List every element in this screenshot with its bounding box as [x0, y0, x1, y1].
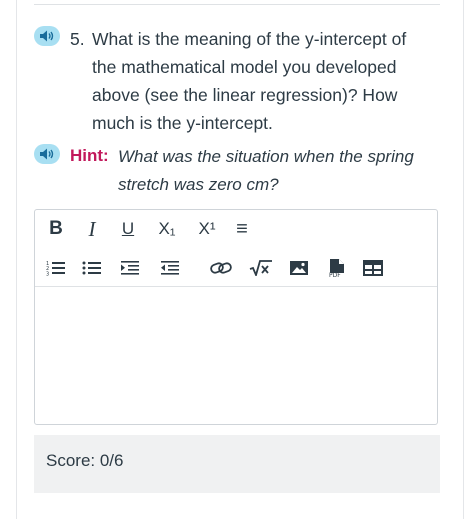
- pdf-label: PDF: [329, 272, 341, 279]
- score-text: Score: 0/6: [46, 451, 124, 470]
- speaker-icon: [40, 148, 54, 160]
- table-button[interactable]: [361, 254, 385, 282]
- pdf-button[interactable]: PDF: [325, 254, 349, 282]
- more-options-button[interactable]: ≡: [231, 215, 253, 243]
- bullet-list-icon: [82, 261, 101, 275]
- answer-editor: B I U X₁ X¹ ≡ 1 2 3 PDF: [34, 209, 438, 425]
- subscript-icon: X₁: [158, 219, 176, 238]
- indent-icon: [121, 261, 139, 275]
- outdent-icon: [161, 261, 179, 275]
- speaker-icon: [40, 30, 54, 42]
- table-icon: [363, 260, 383, 276]
- underline-icon: U: [121, 219, 135, 238]
- subscript-button[interactable]: X₁: [153, 215, 181, 243]
- outdent-button[interactable]: [159, 254, 181, 282]
- superscript-button[interactable]: X¹: [193, 215, 221, 243]
- square-root-icon: [249, 260, 272, 276]
- question-audio-button[interactable]: [34, 26, 60, 46]
- hint-text: What was the situation when the spring s…: [118, 147, 414, 194]
- svg-text:3: 3: [46, 272, 49, 277]
- hint-audio-button[interactable]: [34, 144, 60, 164]
- math-button[interactable]: [247, 254, 275, 282]
- indent-button[interactable]: [119, 254, 141, 282]
- superscript-icon: X¹: [198, 219, 216, 238]
- numbered-list-icon: 1 2 3: [46, 261, 65, 277]
- question-number: 5.: [70, 29, 85, 49]
- italic-icon: I: [88, 216, 96, 241]
- link-button[interactable]: [207, 254, 235, 282]
- italic-button[interactable]: I: [81, 215, 103, 243]
- image-button[interactable]: [287, 254, 311, 282]
- bold-icon: B: [49, 218, 63, 239]
- link-icon: [210, 262, 232, 274]
- numbered-list-button[interactable]: 1 2 3: [45, 254, 67, 282]
- bullet-list-button[interactable]: [81, 254, 103, 282]
- top-divider: [34, 4, 440, 5]
- right-frame-border: [463, 0, 464, 519]
- bold-button[interactable]: B: [45, 215, 67, 243]
- question-text: What is the meaning of the y-intercept o…: [92, 29, 407, 133]
- hint-label: Hint:: [70, 146, 109, 165]
- underline-button[interactable]: U: [117, 215, 139, 243]
- left-frame-border: [16, 0, 17, 519]
- answer-text-area[interactable]: [35, 287, 437, 424]
- menu-icon: ≡: [236, 217, 248, 240]
- image-icon: [290, 261, 308, 275]
- score-panel: Score: 0/6: [34, 435, 440, 493]
